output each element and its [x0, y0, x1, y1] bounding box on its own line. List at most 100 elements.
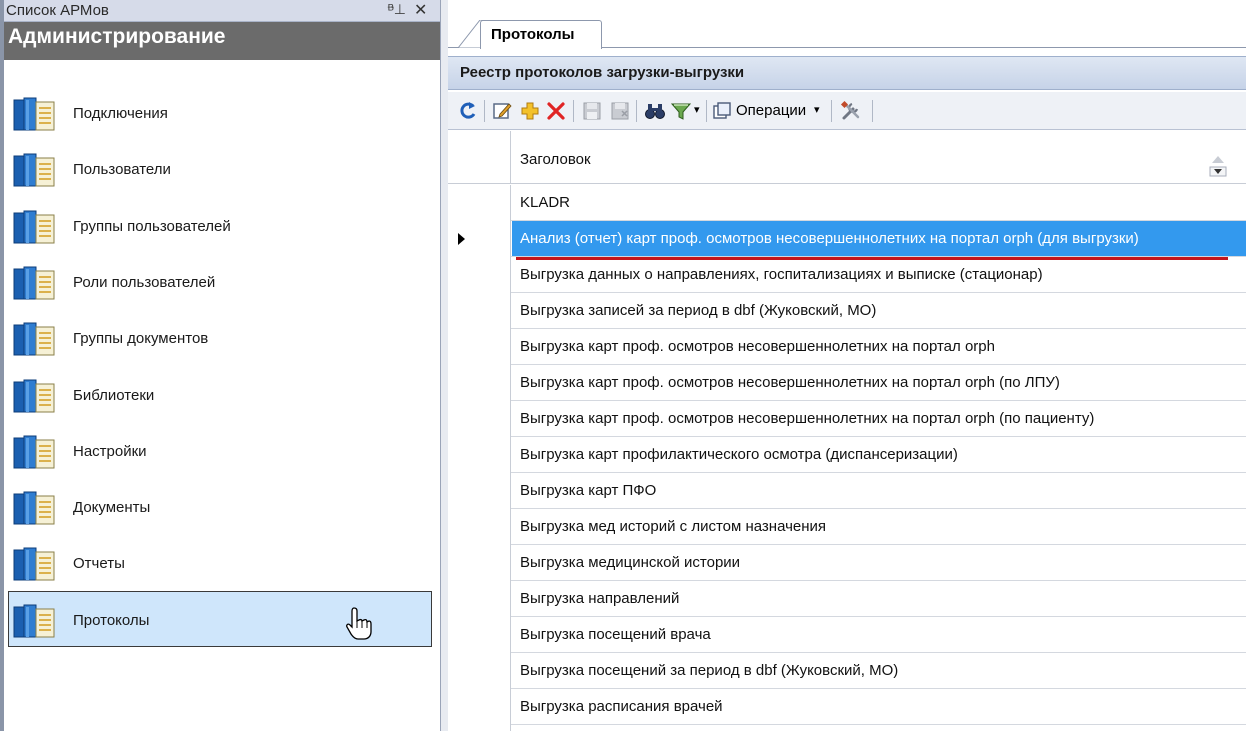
table-row[interactable]: Выгрузка карт ПФО [448, 473, 1246, 509]
row-title-cell[interactable]: Выгрузка направлений [520, 590, 679, 607]
row-title-cell[interactable]: Выгрузка посещений за период в dbf (Жуко… [520, 662, 898, 679]
nav-item[interactable]: Подключения [8, 84, 432, 140]
nav-item[interactable]: Настройки [8, 422, 432, 478]
toolbar-separator [706, 100, 707, 122]
panel-titlebar: Список АРМов ᴯ⊥ ✕ [0, 0, 440, 22]
row-indicator-header [448, 131, 511, 184]
nav-item[interactable]: Библиотеки [8, 366, 432, 422]
tab-label: Протоколы [491, 26, 575, 43]
row-title-cell[interactable]: Выгрузка карт проф. осмотров несовершенн… [520, 338, 995, 355]
table-row[interactable]: Выгрузка записей за период в dbf (Жуковс… [448, 293, 1246, 329]
row-indicator[interactable] [448, 653, 511, 689]
toolbar-separator [872, 100, 873, 122]
folder-document-icon [12, 96, 62, 132]
nav-item[interactable]: Роли пользователей [8, 253, 432, 309]
table-row[interactable]: Выгрузка посещений за период в dbf (Жуко… [448, 653, 1246, 689]
table-row[interactable]: Анализ (отчет) карт проф. осмотров несов… [448, 221, 1246, 260]
nav-item-label: Группы пользователей [73, 217, 231, 235]
table-row[interactable]: Выгрузка мед историй с листом назначения [448, 509, 1246, 545]
row-title-cell[interactable]: Выгрузка расписания врачей [520, 698, 723, 715]
row-title-cell[interactable]: Выгрузка карт проф. осмотров несовершенн… [520, 374, 1060, 391]
row-indicator[interactable] [448, 293, 511, 329]
chevron-down-icon[interactable]: ▾ [814, 103, 820, 116]
tools-icon[interactable] [840, 100, 862, 122]
folder-document-icon [12, 546, 62, 582]
pin-icon[interactable]: ᴯ⊥ [388, 1, 406, 18]
splitter[interactable] [440, 0, 448, 731]
refresh-icon[interactable] [458, 100, 478, 122]
nav-item[interactable]: Группы документов [8, 309, 432, 365]
row-indicator[interactable] [448, 545, 511, 581]
nav-item[interactable]: Документы [8, 478, 432, 534]
close-icon[interactable]: ✕ [414, 0, 427, 20]
delete-icon[interactable] [546, 100, 566, 122]
row-title-cell[interactable]: Выгрузка мед историй с листом назначения [520, 518, 826, 535]
operations-icon[interactable] [712, 100, 732, 122]
nav-item[interactable]: Группы пользователей [8, 197, 432, 253]
row-indicator[interactable] [448, 689, 511, 725]
row-title-cell[interactable]: Выгрузка данных о направлениях, госпитал… [520, 266, 1043, 283]
nav-item-label: Группы документов [73, 330, 209, 348]
chevron-down-icon[interactable]: ▾ [694, 103, 700, 116]
table-row[interactable]: Выгрузка реестра выписанных рецептов [448, 725, 1246, 731]
folder-document-icon [12, 434, 62, 470]
table-row[interactable]: Выгрузка медицинской истории [448, 545, 1246, 581]
table-row[interactable]: KLADR [448, 185, 1246, 221]
row-indicator[interactable] [448, 581, 511, 617]
row-indicator[interactable] [448, 509, 511, 545]
nav-item[interactable]: Протоколы [8, 590, 432, 647]
table-row[interactable]: Выгрузка расписания врачей [448, 689, 1246, 725]
row-indicator[interactable] [448, 221, 511, 257]
nav-item-label: Документы [73, 499, 151, 517]
table-row[interactable]: Выгрузка карт проф. осмотров несовершенн… [448, 365, 1246, 401]
nav-item-label: Настройки [73, 442, 147, 460]
nav-item[interactable]: Отчеты [8, 534, 432, 590]
protocols-grid: Заголовок KLADR Анализ (отчет) карт проф.… [448, 131, 1246, 731]
tab-protocols[interactable]: Протоколы [480, 20, 602, 49]
section-title: Администрирование [8, 25, 226, 48]
table-row[interactable]: Выгрузка карт проф. осмотров несовершенн… [448, 329, 1246, 365]
table-row[interactable]: Выгрузка карт профилактического осмотра … [448, 437, 1246, 473]
edit-icon[interactable] [492, 100, 512, 122]
row-indicator[interactable] [448, 725, 511, 731]
add-icon[interactable] [520, 100, 540, 122]
panel-title: Список АРМов [6, 2, 109, 19]
row-title-cell[interactable]: Выгрузка записей за период в dbf (Жуковс… [520, 302, 876, 319]
filter-icon[interactable] [670, 100, 692, 122]
row-indicator[interactable] [448, 257, 511, 293]
table-row[interactable]: Выгрузка карт проф. осмотров несовершенн… [448, 401, 1246, 437]
row-title-cell[interactable]: Выгрузка карт ПФО [520, 482, 656, 499]
row-title-cell[interactable]: KLADR [520, 194, 570, 211]
row-title-cell[interactable]: Выгрузка карт профилактического осмотра … [520, 446, 958, 463]
nav-item-label: Пользователи [73, 161, 171, 179]
row-indicator[interactable] [448, 401, 511, 437]
row-indicator[interactable] [448, 473, 511, 509]
arm-list-panel: Список АРМов ᴯ⊥ ✕ Администрирование Подк… [0, 0, 440, 731]
row-title-cell[interactable]: Анализ (отчет) карт проф. осмотров несов… [520, 230, 1139, 247]
save-all-icon[interactable] [610, 100, 630, 122]
operations-label[interactable]: Операции [736, 102, 806, 119]
nav-item[interactable]: Пользователи [8, 140, 432, 196]
folder-document-icon [12, 603, 62, 639]
row-title-cell[interactable]: Выгрузка посещений врача [520, 626, 711, 643]
nav-item-label: Подключения [73, 105, 168, 122]
row-title-cell[interactable]: Выгрузка карт проф. осмотров несовершенн… [520, 410, 1094, 427]
row-title-cell[interactable]: Выгрузка медицинской истории [520, 554, 740, 571]
save-icon[interactable] [582, 100, 602, 122]
table-row[interactable]: Выгрузка посещений врача [448, 617, 1246, 653]
nav-item-label: Протоколы [73, 611, 150, 629]
sort-icon[interactable] [1208, 153, 1228, 177]
row-indicator[interactable] [448, 329, 511, 365]
column-header-title[interactable]: Заголовок [520, 151, 591, 168]
row-indicator[interactable] [448, 617, 511, 653]
row-indicator[interactable] [448, 365, 511, 401]
toolbar-separator [831, 100, 832, 122]
row-indicator[interactable] [448, 185, 511, 221]
toolbar-separator [573, 100, 574, 122]
hand-cursor-icon [346, 607, 372, 640]
find-icon[interactable] [644, 100, 666, 122]
row-indicator[interactable] [448, 437, 511, 473]
table-row[interactable]: Выгрузка направлений [448, 581, 1246, 617]
folder-document-icon [12, 209, 62, 245]
table-row[interactable]: Выгрузка данных о направлениях, госпитал… [448, 257, 1246, 293]
